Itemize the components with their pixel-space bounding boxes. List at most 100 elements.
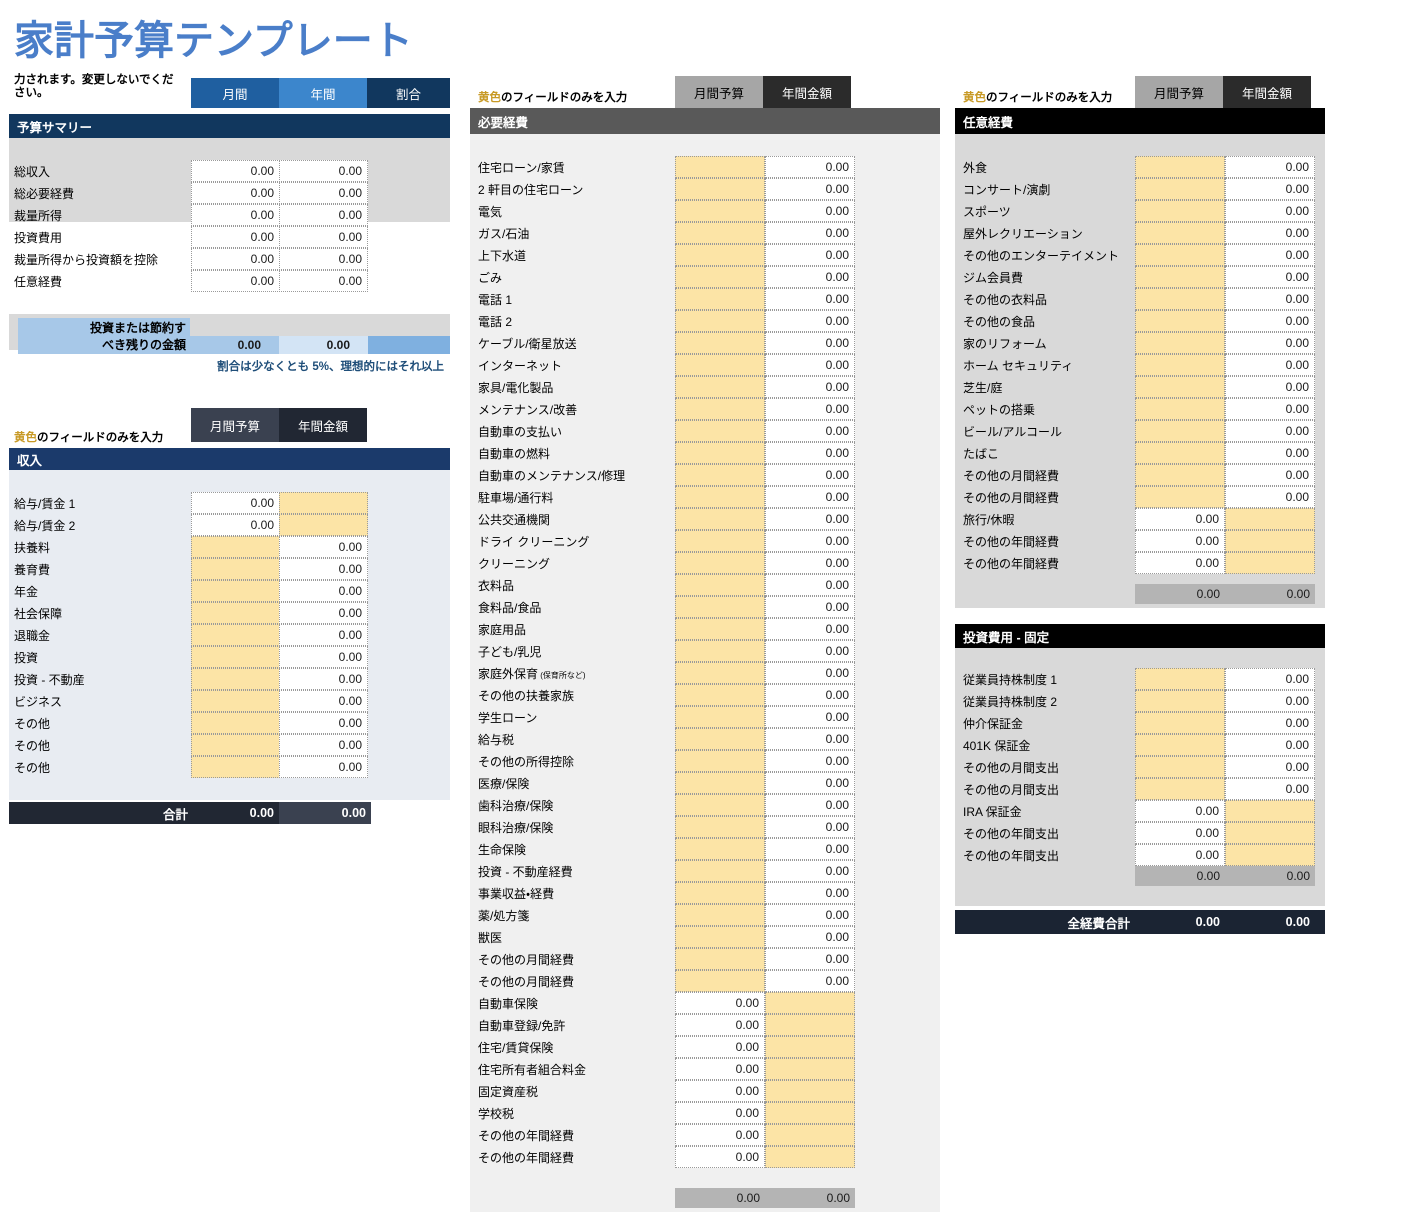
monthly-cell[interactable]	[191, 646, 280, 668]
monthly-cell[interactable]	[191, 734, 280, 756]
monthly-cell[interactable]	[191, 756, 280, 778]
summary-tab-annual[interactable]: 年間	[279, 78, 367, 108]
monthly-cell[interactable]	[1135, 778, 1225, 800]
monthly-cell[interactable]	[191, 712, 280, 734]
monthly-cell[interactable]	[675, 332, 765, 354]
monthly-cell[interactable]	[675, 508, 765, 530]
monthly-cell[interactable]	[675, 684, 765, 706]
annual-cell[interactable]	[765, 1146, 855, 1168]
monthly-cell[interactable]	[1135, 156, 1225, 178]
annual-cell[interactable]	[1225, 530, 1315, 552]
monthly-cell[interactable]	[675, 618, 765, 640]
monthly-cell[interactable]	[1135, 398, 1225, 420]
monthly-cell[interactable]	[675, 904, 765, 926]
monthly-cell[interactable]	[1135, 756, 1225, 778]
monthly-cell[interactable]	[675, 222, 765, 244]
monthly-cell[interactable]	[1135, 332, 1225, 354]
summary-tab-ratio[interactable]: 割合	[367, 78, 450, 108]
monthly-cell[interactable]	[675, 706, 765, 728]
optional-tab-annual[interactable]: 年間金額	[1223, 76, 1311, 108]
monthly-cell[interactable]	[191, 580, 280, 602]
optional-tab-monthly[interactable]: 月間予算	[1135, 76, 1223, 108]
monthly-cell[interactable]	[1135, 420, 1225, 442]
monthly-cell[interactable]	[1135, 222, 1225, 244]
monthly-cell[interactable]	[191, 690, 280, 712]
monthly-cell[interactable]	[675, 244, 765, 266]
annual-cell[interactable]	[279, 492, 368, 514]
monthly-cell[interactable]	[675, 552, 765, 574]
monthly-cell[interactable]	[1135, 376, 1225, 398]
monthly-cell[interactable]	[675, 816, 765, 838]
monthly-cell[interactable]	[675, 838, 765, 860]
monthly-cell[interactable]	[675, 728, 765, 750]
annual-cell[interactable]	[765, 1058, 855, 1080]
necessary-tab-annual[interactable]: 年間金額	[763, 76, 851, 108]
monthly-cell[interactable]	[191, 602, 280, 624]
monthly-cell[interactable]	[675, 156, 765, 178]
optional-tab-monthly-label: 月間予算	[1153, 86, 1204, 101]
monthly-cell[interactable]	[191, 668, 280, 690]
monthly-cell[interactable]	[1135, 288, 1225, 310]
monthly-cell[interactable]	[191, 624, 280, 646]
monthly-cell[interactable]	[675, 882, 765, 904]
monthly-cell[interactable]	[675, 200, 765, 222]
annual-cell: 0.00	[765, 750, 855, 772]
annual-cell[interactable]	[765, 1014, 855, 1036]
annual-cell[interactable]	[1225, 508, 1315, 530]
monthly-cell[interactable]	[675, 486, 765, 508]
monthly-cell[interactable]	[675, 970, 765, 992]
monthly-cell[interactable]	[1135, 266, 1225, 288]
monthly-cell[interactable]	[675, 530, 765, 552]
monthly-cell[interactable]	[1135, 464, 1225, 486]
monthly-cell[interactable]	[1135, 690, 1225, 712]
monthly-cell[interactable]	[1135, 734, 1225, 756]
monthly-cell[interactable]	[675, 464, 765, 486]
necessary-tab-monthly[interactable]: 月間予算	[675, 76, 763, 108]
annual-cell[interactable]	[765, 1036, 855, 1058]
monthly-cell[interactable]	[675, 662, 765, 684]
monthly-cell[interactable]	[675, 574, 765, 596]
monthly-cell[interactable]	[1135, 178, 1225, 200]
annual-cell[interactable]	[765, 1102, 855, 1124]
monthly-cell[interactable]	[1135, 244, 1225, 266]
monthly-cell[interactable]	[675, 354, 765, 376]
monthly-cell: 0.00	[1135, 822, 1225, 844]
annual-cell[interactable]	[279, 514, 368, 536]
monthly-cell[interactable]	[675, 794, 765, 816]
monthly-cell[interactable]	[1135, 486, 1225, 508]
income-tab-annual[interactable]: 年間金額	[279, 408, 367, 442]
annual-cell[interactable]	[765, 1080, 855, 1102]
annual-cell[interactable]	[1225, 822, 1315, 844]
monthly-cell[interactable]	[675, 398, 765, 420]
monthly-cell[interactable]	[675, 596, 765, 618]
monthly-cell[interactable]	[1135, 712, 1225, 734]
monthly-cell[interactable]	[675, 420, 765, 442]
monthly-cell[interactable]	[1135, 668, 1225, 690]
monthly-cell[interactable]	[675, 926, 765, 948]
monthly-cell[interactable]	[675, 310, 765, 332]
annual-cell[interactable]	[1225, 844, 1315, 866]
summary-tab-monthly[interactable]: 月間	[191, 78, 279, 108]
annual-cell[interactable]	[1225, 800, 1315, 822]
annual-cell[interactable]	[765, 992, 855, 1014]
monthly-cell[interactable]	[675, 640, 765, 662]
annual-cell[interactable]	[765, 1124, 855, 1146]
income-tab-monthly[interactable]: 月間予算	[191, 408, 279, 442]
monthly-cell[interactable]	[1135, 442, 1225, 464]
monthly-cell[interactable]	[1135, 310, 1225, 332]
monthly-cell[interactable]	[1135, 200, 1225, 222]
monthly-cell[interactable]	[1135, 354, 1225, 376]
monthly-cell[interactable]	[675, 860, 765, 882]
monthly-cell[interactable]	[191, 536, 280, 558]
monthly-cell[interactable]	[675, 178, 765, 200]
monthly-cell[interactable]	[675, 948, 765, 970]
monthly-cell[interactable]	[675, 266, 765, 288]
monthly-cell[interactable]	[675, 750, 765, 772]
monthly-cell[interactable]	[675, 376, 765, 398]
annual-cell[interactable]	[1225, 552, 1315, 574]
monthly-cell[interactable]	[191, 558, 280, 580]
table-row: その他の年間経費 0.00	[955, 530, 1325, 552]
monthly-cell[interactable]	[675, 772, 765, 794]
monthly-cell[interactable]	[675, 288, 765, 310]
monthly-cell[interactable]	[675, 442, 765, 464]
